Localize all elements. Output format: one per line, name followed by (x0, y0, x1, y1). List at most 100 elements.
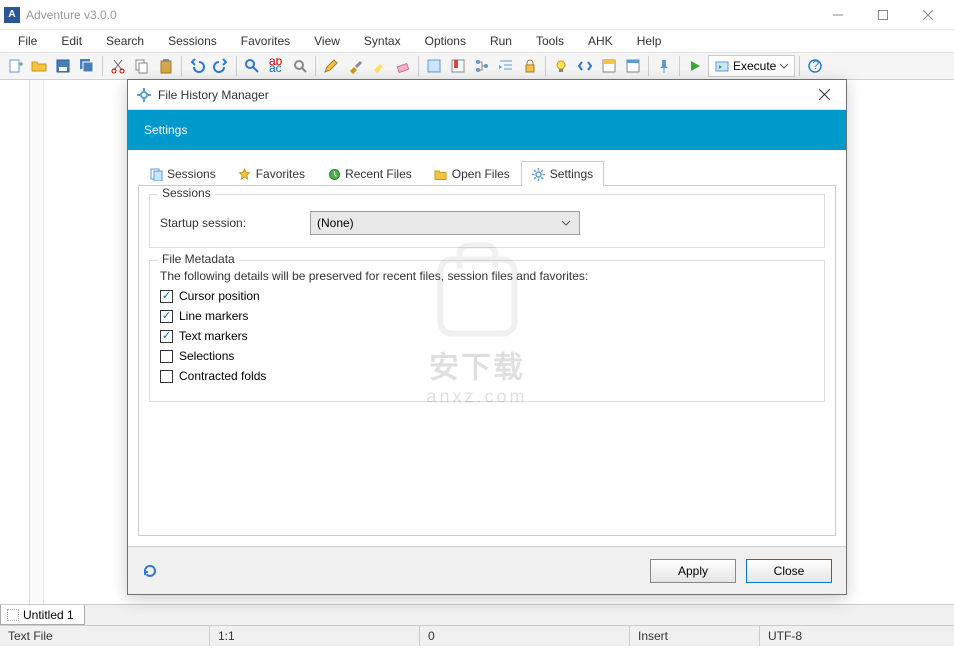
fieldset-legend: File Metadata (158, 252, 239, 266)
checkbox-box[interactable] (160, 290, 173, 303)
minimize-button[interactable] (815, 1, 860, 29)
menu-search[interactable]: Search (94, 30, 156, 52)
tab-recent-files[interactable]: Recent Files (316, 161, 423, 186)
checkbox-box[interactable] (160, 370, 173, 383)
replace-icon[interactable]: abac (265, 55, 287, 77)
copy-icon[interactable] (131, 55, 153, 77)
checkbox-box[interactable] (160, 350, 173, 363)
menu-tools[interactable]: Tools (524, 30, 576, 52)
code-icon[interactable] (574, 55, 596, 77)
startup-session-combo[interactable]: (None) (310, 211, 580, 235)
bookmark-icon[interactable] (447, 55, 469, 77)
indent-icon[interactable] (495, 55, 517, 77)
cut-icon[interactable] (107, 55, 129, 77)
svg-text:ac: ac (269, 61, 282, 74)
window-icon[interactable] (622, 55, 644, 77)
checkbox-line-markers[interactable]: Line markers (160, 309, 814, 323)
menu-help[interactable]: Help (625, 30, 674, 52)
status-length: 0 (420, 626, 630, 646)
highlight-icon[interactable] (368, 55, 390, 77)
star-icon (238, 167, 252, 181)
menu-favorites[interactable]: Favorites (229, 30, 302, 52)
status-insert-mode: Insert (630, 626, 760, 646)
dialog-title: File History Manager (158, 88, 804, 102)
eraser-icon[interactable] (392, 55, 414, 77)
paste-icon[interactable] (155, 55, 177, 77)
refresh-button[interactable] (142, 563, 158, 579)
main-titlebar: A Adventure v3.0.0 (0, 0, 954, 30)
tab-favorites[interactable]: Favorites (227, 161, 316, 186)
pencil-icon[interactable] (320, 55, 342, 77)
menu-file[interactable]: File (6, 30, 49, 52)
menu-edit[interactable]: Edit (49, 30, 94, 52)
fieldset-legend: Sessions (158, 186, 215, 200)
help-icon[interactable]: ? (804, 55, 826, 77)
checkbox-contracted-folds[interactable]: Contracted folds (160, 369, 814, 383)
brush-icon[interactable] (344, 55, 366, 77)
menu-syntax[interactable]: Syntax (352, 30, 413, 52)
dialog-titlebar: File History Manager (128, 80, 846, 110)
checkbox-box[interactable] (160, 330, 173, 343)
checkbox-label: Selections (179, 349, 234, 363)
close-dialog-button[interactable]: Close (746, 559, 832, 583)
sessions-fieldset: Sessions Startup session: (None) (149, 194, 825, 248)
checkbox-selections[interactable]: Selections (160, 349, 814, 363)
close-button[interactable] (905, 1, 950, 29)
svg-text:?: ? (813, 58, 820, 72)
tab-label: Settings (550, 167, 593, 181)
sessions-icon (149, 167, 163, 181)
toolbar-separator (679, 56, 680, 76)
fold-margin (30, 80, 44, 604)
checkbox-text-markers[interactable]: Text markers (160, 329, 814, 343)
menu-sessions[interactable]: Sessions (156, 30, 229, 52)
button-label: Apply (678, 564, 708, 578)
menu-view[interactable]: View (302, 30, 352, 52)
pin-icon[interactable] (653, 55, 675, 77)
save-all-icon[interactable] (76, 55, 98, 77)
find-icon[interactable] (241, 55, 263, 77)
undo-icon[interactable] (186, 55, 208, 77)
form-icon[interactable] (423, 55, 445, 77)
combo-value: (None) (317, 216, 354, 230)
lock-icon[interactable] (519, 55, 541, 77)
checkbox-label: Line markers (179, 309, 248, 323)
gear-icon (532, 167, 546, 181)
toolbar-separator (648, 56, 649, 76)
dialog-close-button[interactable] (804, 81, 844, 109)
bulb-icon[interactable] (550, 55, 572, 77)
checkbox-label: Text markers (179, 329, 248, 343)
status-position: 1:1 (210, 626, 420, 646)
tab-label: Recent Files (345, 167, 412, 181)
tab-content: Sessions Startup session: (None) File Me… (138, 186, 836, 536)
search-files-icon[interactable] (289, 55, 311, 77)
line-gutter (0, 80, 30, 604)
menu-options[interactable]: Options (413, 30, 478, 52)
new-file-icon[interactable] (4, 55, 26, 77)
tab-sessions[interactable]: Sessions (138, 161, 227, 186)
tab-open-files[interactable]: Open Files (423, 161, 521, 186)
file-tab[interactable]: Untitled 1 (0, 605, 85, 625)
save-icon[interactable] (52, 55, 74, 77)
toolbar-separator (418, 56, 419, 76)
run-icon[interactable] (684, 55, 706, 77)
file-tab-label: Untitled 1 (23, 608, 74, 622)
dialog-footer: Apply Close (128, 546, 846, 594)
chevron-down-icon (780, 62, 788, 70)
checkbox-box[interactable] (160, 310, 173, 323)
apply-button[interactable]: Apply (650, 559, 736, 583)
dialog-header-title: Settings (144, 123, 187, 137)
metadata-description: The following details will be preserved … (160, 269, 814, 283)
panel-icon[interactable] (598, 55, 620, 77)
open-folder-icon[interactable] (28, 55, 50, 77)
execute-dropdown[interactable]: Execute (708, 55, 795, 77)
tree-icon[interactable] (471, 55, 493, 77)
toolbar: abac Execute ? (0, 52, 954, 80)
checkbox-cursor-position[interactable]: Cursor position (160, 289, 814, 303)
button-label: Close (774, 564, 805, 578)
menu-run[interactable]: Run (478, 30, 524, 52)
redo-icon[interactable] (210, 55, 232, 77)
maximize-button[interactable] (860, 1, 905, 29)
status-filetype: Text File (0, 626, 210, 646)
menu-ahk[interactable]: AHK (576, 30, 625, 52)
tab-settings[interactable]: Settings (521, 161, 604, 186)
